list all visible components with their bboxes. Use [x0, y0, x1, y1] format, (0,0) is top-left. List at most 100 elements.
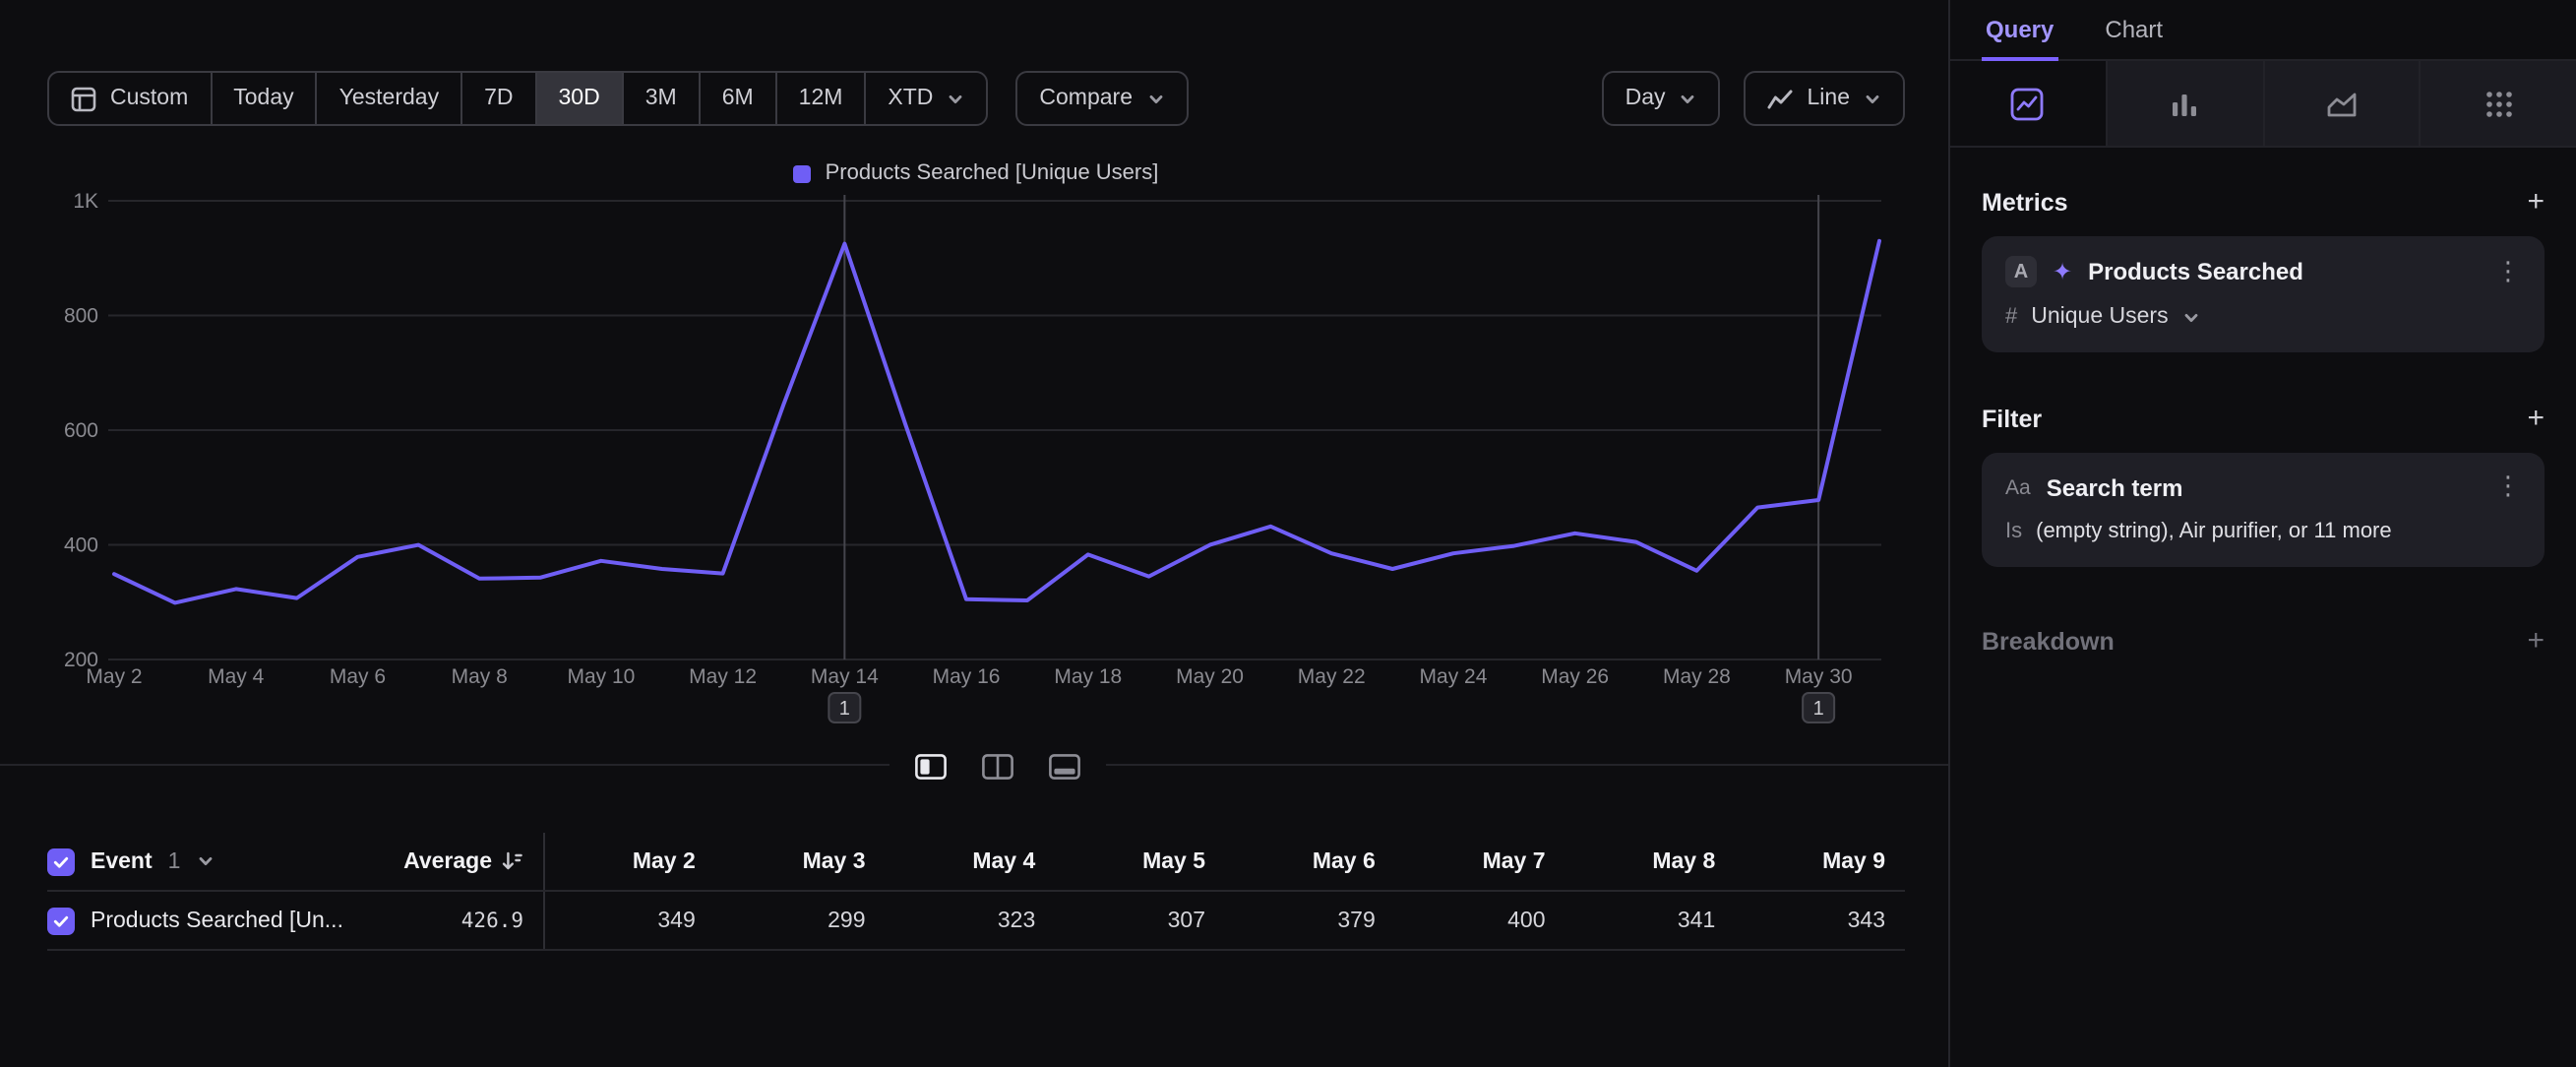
date-column-header[interactable]: May 5 — [1055, 849, 1225, 873]
y-axis-tick-label: 400 — [64, 534, 98, 557]
custom-range-icon — [71, 86, 96, 111]
range-xtd-button[interactable]: XTD — [864, 73, 986, 124]
chart-style-button[interactable]: Line — [1745, 71, 1906, 126]
date-column-header[interactable]: May 3 — [715, 849, 886, 873]
filter-section-header: Filter + — [1982, 404, 2545, 433]
x-axis-tick-label: May 14 — [811, 665, 879, 688]
table-date-headers: May 2May 3May 4May 5May 6May 7May 8May 9 — [543, 833, 1905, 890]
date-column-header[interactable]: May 4 — [886, 849, 1056, 873]
query-sidebar: Query Chart Metrics + — [1948, 0, 2576, 1067]
breakdown-heading: Breakdown — [1982, 627, 2115, 655]
row-value-cell: 307 — [1055, 909, 1225, 932]
x-axis-tick-label: May 16 — [933, 665, 1001, 688]
range-custom-button[interactable]: Custom — [49, 73, 210, 124]
add-breakdown-button[interactable]: + — [2527, 626, 2545, 656]
filter-card[interactable]: Aa Search term ⋮ Is (empty string), Air … — [1982, 453, 2545, 567]
add-metric-button[interactable]: + — [2527, 187, 2545, 217]
date-column-header[interactable]: May 2 — [545, 849, 715, 873]
compare-label: Compare — [1039, 87, 1133, 110]
chart-legend[interactable]: Products Searched [Unique Users] — [47, 161, 1905, 185]
x-axis-tick-label: May 26 — [1541, 665, 1609, 688]
date-column-header[interactable]: May 6 — [1225, 849, 1395, 873]
main-panel: Custom TodayYesterday7D30D3M6M12MXTD Com… — [0, 0, 1948, 1067]
range-6m-button[interactable]: 6M — [699, 73, 775, 124]
average-header-cell[interactable]: Average — [394, 833, 543, 890]
date-range-group: Custom TodayYesterday7D30D3M6M12MXTD — [47, 71, 988, 126]
x-axis-tick-label: May 22 — [1298, 665, 1366, 688]
chevron-down-icon — [1864, 90, 1881, 107]
add-filter-button[interactable]: + — [2527, 404, 2545, 433]
x-axis-tick-label: May 20 — [1176, 665, 1244, 688]
hash-icon: # — [2005, 305, 2017, 329]
tab-query-label: Query — [1986, 16, 2054, 43]
filter-condition-row[interactable]: Is (empty string), Air purifier, or 11 m… — [2005, 520, 2521, 543]
range-3m-button[interactable]: 3M — [622, 73, 699, 124]
select-all-checkbox[interactable] — [47, 847, 75, 875]
metric-card[interactable]: A ✦ Products Searched ⋮ # Unique Users — [1982, 236, 2545, 352]
row-value-cell: 323 — [886, 909, 1056, 932]
compare-button[interactable]: Compare — [1015, 71, 1188, 126]
x-axis-tick-label: May 18 — [1054, 665, 1122, 688]
filter-kebab-menu[interactable]: ⋮ — [2495, 472, 2521, 502]
row-value-cell: 343 — [1735, 909, 1905, 932]
x-axis-tick-label: May 28 — [1663, 665, 1731, 688]
chevron-down-icon — [2182, 308, 2200, 326]
date-column-header[interactable]: May 8 — [1565, 849, 1736, 873]
tile-stacked-chart[interactable] — [2262, 61, 2420, 146]
table-body: Products Searched [Un...426.934929932330… — [47, 892, 1905, 951]
tab-query[interactable]: Query — [1982, 0, 2057, 59]
filter-value: (empty string), Air purifier, or 11 more — [2036, 520, 2392, 543]
results-table: Event 1 Average May 2May 3May 4May 5May … — [47, 833, 1905, 951]
sort-desc-icon[interactable] — [502, 850, 523, 872]
layout-toggle-group — [889, 736, 1106, 795]
range-today-button[interactable]: Today — [210, 73, 315, 124]
granularity-button[interactable]: Day — [1602, 71, 1721, 126]
filter-heading: Filter — [1982, 405, 2042, 432]
metric-aggregation-row[interactable]: # Unique Users — [2005, 305, 2521, 329]
metrics-heading: Metrics — [1982, 188, 2068, 216]
layout-bottom-panel-button[interactable] — [1039, 742, 1090, 789]
chevron-down-icon[interactable] — [196, 852, 214, 870]
chart-type-tiles — [1950, 61, 2576, 148]
y-axis-tick-label: 1K — [73, 190, 98, 213]
tile-line-chart[interactable] — [1950, 61, 2106, 146]
date-column-header[interactable]: May 9 — [1735, 849, 1905, 873]
row-value-cell: 379 — [1225, 909, 1395, 932]
x-axis-tick-label: May 2 — [86, 665, 142, 688]
sidebar-content: Metrics + A ✦ Products Searched ⋮ # Uniq… — [1950, 187, 2576, 656]
layout-side-by-side-button[interactable] — [905, 742, 956, 789]
metric-letter-badge: A — [2005, 256, 2037, 287]
range-30d-button[interactable]: 30D — [535, 73, 622, 124]
line-chart-icon — [2010, 86, 2046, 121]
metric-name[interactable]: Products Searched — [2088, 258, 2480, 285]
tile-bar-chart[interactable] — [2106, 61, 2263, 146]
date-column-header[interactable]: May 7 — [1395, 849, 1565, 873]
layout-chart-only-button[interactable] — [972, 742, 1023, 789]
tile-metrics-grid[interactable] — [2420, 61, 2576, 146]
range-7d-button[interactable]: 7D — [460, 73, 534, 124]
table-row: Products Searched [Un...426.934929932330… — [47, 892, 1905, 951]
chevron-down-icon — [1146, 90, 1164, 107]
legend-label: Products Searched [Unique Users] — [826, 161, 1159, 185]
tab-chart[interactable]: Chart — [2101, 0, 2167, 59]
sparkle-icon: ✦ — [2053, 258, 2072, 285]
custom-range-label: Custom — [110, 87, 188, 110]
range-yesterday-button[interactable]: Yesterday — [316, 73, 460, 124]
toolbar-right: Day Line — [1602, 71, 1905, 126]
line-chart-icon — [1768, 88, 1794, 109]
row-value-cell: 349 — [545, 909, 715, 932]
metric-kebab-menu[interactable]: ⋮ — [2495, 257, 2521, 286]
x-axis-tick-label: May 8 — [452, 665, 508, 688]
range-12m-button[interactable]: 12M — [775, 73, 865, 124]
average-header-label: Average — [403, 849, 492, 873]
x-axis-tick-label: May 24 — [1420, 665, 1488, 688]
sidebar-tabs: Query Chart — [1950, 0, 2576, 61]
x-axis-tick-label: May 30 — [1785, 665, 1853, 688]
event-header-label: Event — [91, 849, 153, 873]
chart-style-label: Line — [1808, 87, 1851, 110]
event-header-cell: Event 1 — [47, 833, 394, 890]
bar-chart-icon — [2167, 86, 2202, 121]
app-window: Custom TodayYesterday7D30D3M6M12MXTD Com… — [0, 0, 2576, 1067]
filter-property-name[interactable]: Search term — [2047, 473, 2480, 501]
row-checkbox[interactable] — [47, 907, 75, 934]
